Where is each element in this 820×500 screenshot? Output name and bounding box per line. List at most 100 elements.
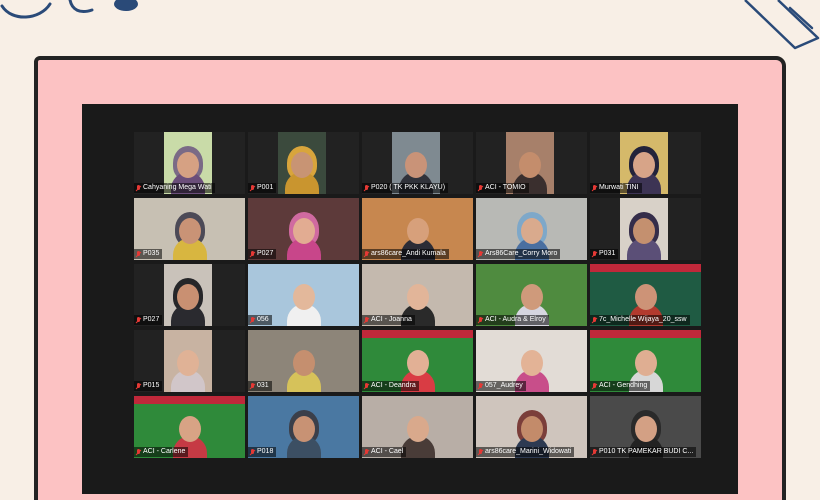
participant-name: P018 bbox=[257, 448, 274, 455]
participant-tile[interactable]: 031 bbox=[248, 330, 359, 392]
pen-doodle-tip bbox=[788, 6, 814, 30]
participant-tile[interactable]: P018 bbox=[248, 396, 359, 458]
participant-name: P027 bbox=[257, 250, 274, 257]
participant-name: Ars86Care_Corry Moro bbox=[485, 250, 558, 257]
participant-tile[interactable]: ACI - Audra & Elroy bbox=[476, 264, 587, 326]
participant-face bbox=[633, 152, 655, 178]
participant-name-label: Cahyaning Mega Wati bbox=[134, 183, 215, 193]
muted-mic-icon bbox=[592, 316, 597, 324]
muted-mic-icon bbox=[250, 448, 255, 456]
participant-tile[interactable]: P015 bbox=[134, 330, 245, 392]
participant-face bbox=[178, 416, 201, 442]
muted-mic-icon bbox=[478, 448, 483, 456]
muted-mic-icon bbox=[592, 250, 597, 258]
participant-tile[interactable]: 057_Audrey bbox=[476, 330, 587, 392]
muted-mic-icon bbox=[136, 316, 141, 324]
participant-tile[interactable]: P001 bbox=[248, 132, 359, 194]
muted-mic-icon bbox=[592, 382, 597, 390]
muted-mic-icon bbox=[364, 250, 369, 258]
participant-face bbox=[520, 218, 543, 244]
participant-tile[interactable]: 7c_Michelle Wijaya_20_ssw bbox=[590, 264, 701, 326]
participant-name-label: ars86care_Andi Kumala bbox=[362, 249, 449, 259]
participant-name-label: ACI - Joanna bbox=[362, 315, 415, 325]
participant-name: Murwati TINI bbox=[599, 184, 639, 191]
participant-name: P031 bbox=[599, 250, 616, 257]
participant-name: P020 ( TK PKK KLAYU) bbox=[371, 184, 446, 191]
participant-name-label: P015 bbox=[134, 381, 163, 391]
participant-face bbox=[633, 218, 655, 244]
muted-mic-icon bbox=[364, 316, 369, 324]
participant-name: P015 bbox=[143, 382, 160, 389]
muted-mic-icon bbox=[592, 448, 597, 456]
participant-face bbox=[634, 284, 657, 310]
participant-video bbox=[278, 132, 326, 194]
participant-tile[interactable]: ars86care_Andi Kumala bbox=[362, 198, 473, 260]
participant-face bbox=[406, 416, 429, 442]
participant-name-label: ACI - Gendhing bbox=[590, 381, 651, 391]
participant-name: ACI - Carlene bbox=[143, 448, 186, 455]
participant-name-label: Murwati TINI bbox=[590, 183, 642, 193]
participant-name-label: ACI - TOMIO bbox=[476, 183, 529, 193]
participant-name: 057_Audrey bbox=[485, 382, 523, 389]
participant-name: P001 bbox=[257, 184, 274, 191]
muted-mic-icon bbox=[478, 382, 483, 390]
participant-tile[interactable]: Ars86Care_Corry Moro bbox=[476, 198, 587, 260]
participant-tile[interactable]: P035 bbox=[134, 198, 245, 260]
participant-tile[interactable]: ACI - TOMIO bbox=[476, 132, 587, 194]
participant-face bbox=[634, 416, 657, 442]
participant-name: ACI - Gendhing bbox=[599, 382, 648, 389]
video-meeting-window: Cahyaning Mega Wati P001 P020 ( TK PKK KLA… bbox=[82, 104, 738, 494]
muted-mic-icon bbox=[136, 250, 141, 258]
muted-mic-icon bbox=[250, 382, 255, 390]
participant-tile[interactable]: ACI - Deandra bbox=[362, 330, 473, 392]
participant-name-label: P031 bbox=[590, 249, 619, 259]
participant-tile[interactable]: P027 bbox=[248, 198, 359, 260]
participant-name: ars86care_Marini_Widowati bbox=[485, 448, 572, 455]
participant-name: ACI - Joanna bbox=[371, 316, 412, 323]
participant-face bbox=[634, 350, 657, 376]
participant-face bbox=[292, 218, 315, 244]
background-banner bbox=[590, 330, 701, 338]
participant-tile[interactable]: Cahyaning Mega Wati bbox=[134, 132, 245, 194]
participant-tile[interactable]: ars86care_Marini_Widowati bbox=[476, 396, 587, 458]
participant-name-label: P027 bbox=[248, 249, 277, 259]
participant-face bbox=[177, 350, 199, 376]
muted-mic-icon bbox=[478, 316, 483, 324]
participant-name-label: 031 bbox=[248, 381, 272, 391]
participant-video bbox=[164, 330, 212, 392]
participant-name: P027 bbox=[143, 316, 160, 323]
muted-mic-icon bbox=[478, 184, 483, 192]
participant-tile[interactable]: ACI - Joanna bbox=[362, 264, 473, 326]
participant-name-label: Ars86Care_Corry Moro bbox=[476, 249, 561, 259]
participant-name-label: ACI - Cael bbox=[362, 447, 407, 457]
muted-mic-icon bbox=[136, 382, 141, 390]
participant-tile[interactable]: P020 ( TK PKK KLAYU) bbox=[362, 132, 473, 194]
participant-face bbox=[520, 284, 543, 310]
participant-name: Cahyaning Mega Wati bbox=[143, 184, 212, 191]
participant-tile[interactable]: ACI - Cael bbox=[362, 396, 473, 458]
muted-mic-icon bbox=[250, 316, 255, 324]
muted-mic-icon bbox=[592, 184, 597, 192]
participant-face bbox=[406, 218, 429, 244]
participant-tile[interactable]: Murwati TINI bbox=[590, 132, 701, 194]
background-banner bbox=[590, 264, 701, 272]
muted-mic-icon bbox=[136, 448, 141, 456]
participant-tile[interactable]: ACI - Gendhing bbox=[590, 330, 701, 392]
muted-mic-icon bbox=[364, 448, 369, 456]
participant-tile[interactable]: P010 TK PAMEKAR BUDI C... bbox=[590, 396, 701, 458]
swirl-doodle-2 bbox=[68, 0, 94, 14]
participant-name: ACI - Audra & Elroy bbox=[485, 316, 546, 323]
participant-tile[interactable]: 056 bbox=[248, 264, 359, 326]
muted-mic-icon bbox=[250, 250, 255, 258]
participant-tile[interactable]: P031 bbox=[590, 198, 701, 260]
participant-tile[interactable]: ACI - Carlene bbox=[134, 396, 245, 458]
muted-mic-icon bbox=[250, 184, 255, 192]
participant-face bbox=[291, 152, 313, 178]
participant-tile[interactable]: P027 bbox=[134, 264, 245, 326]
participant-face bbox=[292, 416, 315, 442]
participant-name-label: P027 bbox=[134, 315, 163, 325]
participant-name: 031 bbox=[257, 382, 269, 389]
participant-face bbox=[406, 284, 429, 310]
muted-mic-icon bbox=[136, 184, 141, 192]
participant-face bbox=[519, 152, 541, 178]
